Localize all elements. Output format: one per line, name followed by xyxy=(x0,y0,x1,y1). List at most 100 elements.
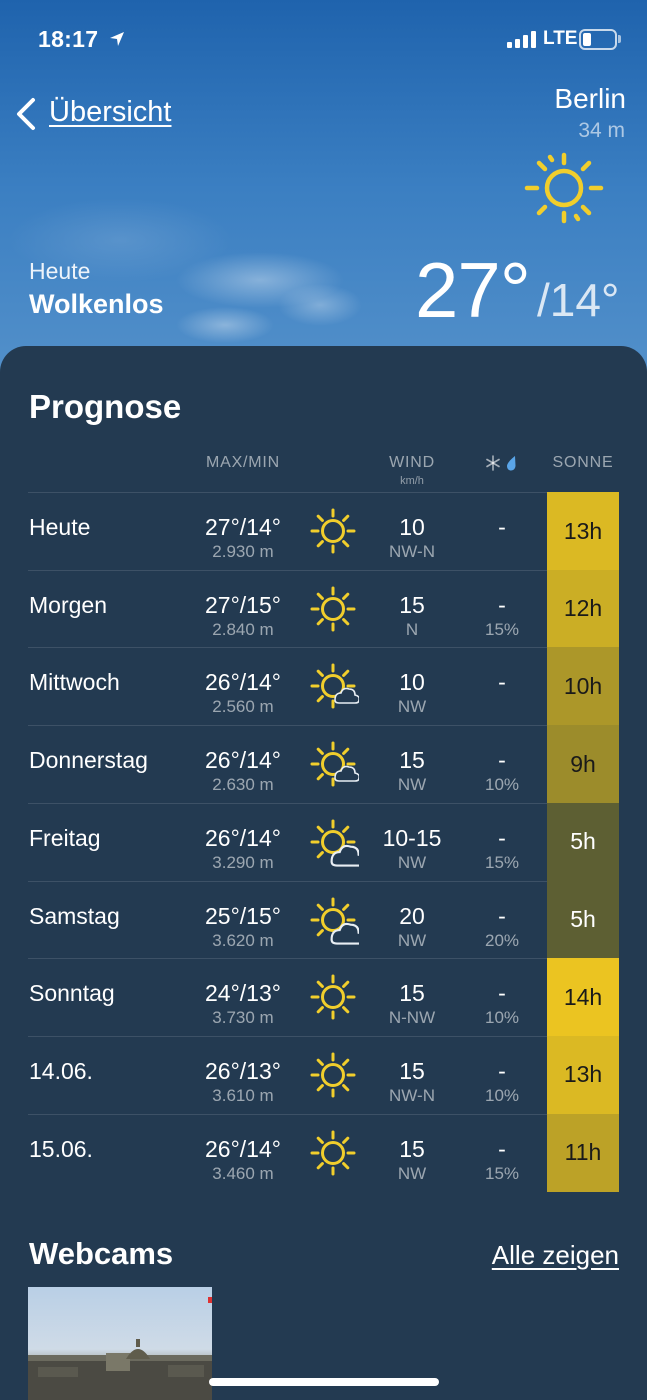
today-label: Heute xyxy=(29,258,91,284)
forecast-wind-direction: NW-N xyxy=(389,1085,435,1105)
forecast-precipitation: - xyxy=(498,1057,506,1084)
signal-icon xyxy=(507,30,536,48)
snowflake-icon xyxy=(486,455,500,471)
forecast-wind-speed: 10 xyxy=(399,514,425,540)
forecast-wind-direction: NW xyxy=(397,930,427,950)
forecast-wind-direction: NW xyxy=(397,697,427,717)
forecast-precip-probability: 10% xyxy=(484,1085,520,1105)
chevron-left-icon[interactable] xyxy=(14,96,38,132)
forecast-altitude: 2.560 m xyxy=(212,697,274,717)
forecast-precip-probability: 20% xyxy=(484,930,520,950)
forecast-temp: 27°/15° xyxy=(205,591,281,618)
forecast-precip-probability: 10% xyxy=(484,775,520,795)
forecast-precip-probability: 15% xyxy=(484,619,520,639)
home-indicator[interactable] xyxy=(209,1378,439,1386)
forecast-sun-hours: 13h xyxy=(547,492,619,570)
forecast-wind-speed: 20 xyxy=(399,902,425,929)
forecast-wind-direction: NW xyxy=(397,1163,427,1183)
webcam-cityscape-image xyxy=(28,1297,212,1400)
forecast-wind-speed: 15 xyxy=(399,747,425,774)
forecast-day[interactable]: Samstag xyxy=(29,903,120,930)
forecast-day[interactable]: Donnerstag xyxy=(29,747,148,774)
city-name: Berlin xyxy=(554,83,626,114)
sun-icon xyxy=(524,152,604,224)
forecast-temp: 26°/14° xyxy=(205,669,281,696)
forecast-sun-hours: 5h xyxy=(547,802,619,881)
forecast-day[interactable]: Freitag xyxy=(29,825,101,852)
forecast-wind-direction: N xyxy=(405,619,419,639)
forecast-temp: 24°/13° xyxy=(205,980,281,1007)
forecast-wind-direction: NW-N xyxy=(389,542,435,561)
forecast-sun-hours: 9h xyxy=(547,725,619,804)
column-header-sun: SONNE xyxy=(552,454,614,471)
sun-small-cloud-icon xyxy=(307,738,360,795)
forecast-altitude: 3.730 m xyxy=(212,1008,274,1028)
forecast-day[interactable]: 15.06. xyxy=(29,1136,93,1163)
column-header-wind-unit: km/h xyxy=(400,475,424,487)
row-divider xyxy=(28,1113,547,1115)
forecast-wind-direction: NW xyxy=(397,775,427,795)
column-header-wind: WIND xyxy=(389,454,435,471)
forecast-precipitation: - xyxy=(498,824,506,851)
forecast-day[interactable]: Morgen xyxy=(29,592,107,619)
column-header-maxmin: MAX/MIN xyxy=(205,454,281,471)
forecast-temp: 25°/15° xyxy=(205,902,281,929)
sun-icon xyxy=(307,583,359,640)
forecast-sun-hours: 10h xyxy=(547,647,619,726)
forecast-precipitation: - xyxy=(498,669,506,696)
forecast-sun-hours: 5h xyxy=(547,880,619,959)
forecast-altitude: 2.930 m xyxy=(212,542,274,561)
forecast-title: Prognose xyxy=(29,388,182,425)
forecast-day[interactable]: Sonntag xyxy=(29,980,115,1007)
sun-small-cloud-icon xyxy=(307,660,360,717)
forecast-sun-hours: 13h xyxy=(547,1035,619,1114)
current-temp-max: 27° xyxy=(415,246,531,334)
forecast-precipitation: - xyxy=(498,902,506,929)
webcams-title: Webcams xyxy=(29,1236,174,1271)
forecast-wind-direction: NW xyxy=(397,852,427,872)
status-time: 18:17 xyxy=(38,26,99,52)
row-divider xyxy=(28,1035,547,1037)
battery-tip xyxy=(618,35,621,43)
sun-cloud-icon xyxy=(307,816,366,873)
show-all-link[interactable]: Alle zeigen xyxy=(492,1240,619,1271)
row-divider xyxy=(28,725,547,727)
forecast-precip-probability: 10% xyxy=(484,1008,520,1028)
forecast-altitude: 2.630 m xyxy=(212,775,274,795)
forecast-day[interactable]: Mittwoch xyxy=(29,669,120,696)
battery-icon xyxy=(579,29,617,50)
network-type: LTE xyxy=(543,28,578,49)
sun-cloud-icon xyxy=(307,894,366,951)
forecast-sun-hours: 11h xyxy=(547,1113,619,1192)
webcam-thumbnail[interactable] xyxy=(28,1287,212,1400)
sun-icon xyxy=(307,1049,359,1106)
sun-icon xyxy=(307,505,359,562)
forecast-day[interactable]: 14.06. xyxy=(29,1058,93,1085)
row-divider xyxy=(28,492,547,493)
forecast-wind-speed: 15 xyxy=(399,980,425,1007)
row-divider xyxy=(28,880,547,882)
forecast-sun-hours: 14h xyxy=(547,958,619,1037)
forecast-wind-direction: N-NW xyxy=(388,1008,436,1028)
forecast-precipitation: - xyxy=(498,1135,506,1162)
forecast-precipitation: - xyxy=(498,591,506,618)
forecast-day[interactable]: Heute xyxy=(29,514,90,541)
location-arrow-icon xyxy=(110,32,124,46)
row-divider xyxy=(28,802,547,804)
forecast-temp: 26°/14° xyxy=(205,1135,281,1162)
forecast-altitude: 3.620 m xyxy=(212,930,274,950)
sun-icon xyxy=(307,1127,359,1184)
forecast-wind-speed: 10-15 xyxy=(382,824,442,851)
forecast-precipitation: - xyxy=(498,980,506,1007)
forecast-precipitation: - xyxy=(498,747,506,774)
forecast-altitude: 2.840 m xyxy=(212,619,274,639)
forecast-wind-speed: 15 xyxy=(399,591,425,618)
forecast-precipitation: - xyxy=(498,514,506,540)
forecast-altitude: 3.460 m xyxy=(212,1163,274,1183)
raindrop-icon xyxy=(507,456,516,471)
back-button[interactable]: Übersicht xyxy=(49,96,172,129)
forecast-altitude: 3.290 m xyxy=(212,852,274,872)
forecast-precip-probability: 15% xyxy=(484,852,520,872)
row-divider xyxy=(28,647,547,649)
row-divider xyxy=(28,569,547,571)
